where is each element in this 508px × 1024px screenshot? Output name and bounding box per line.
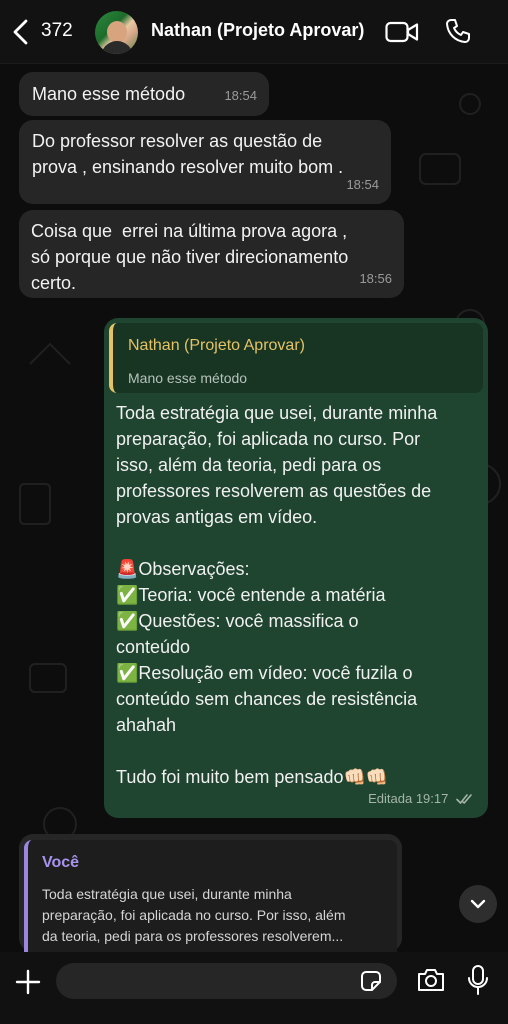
- chevron-left-icon: [13, 19, 28, 45]
- quote-author: Você: [42, 854, 80, 871]
- composer-bar: [0, 952, 508, 1024]
- message-text: Mano esse método: [32, 84, 186, 104]
- microphone-icon[interactable]: [467, 964, 489, 996]
- quoted-message[interactable]: Nathan (Projeto Aprovar) Mano esse métod…: [109, 323, 483, 393]
- quoted-message[interactable]: Você Toda estratégia que usei, durante m…: [24, 840, 397, 952]
- scroll-to-bottom-button[interactable]: [459, 885, 497, 923]
- plus-icon[interactable]: [14, 968, 42, 996]
- message-time: 19:17: [415, 791, 449, 806]
- reply-preview-message[interactable]: Você Toda estratégia que usei, durante m…: [19, 834, 402, 952]
- message-time: 18:54: [224, 88, 257, 103]
- incoming-message[interactable]: Do professor resolver as questão de prov…: [19, 120, 391, 204]
- back-button[interactable]: [12, 18, 36, 46]
- outgoing-message[interactable]: Nathan (Projeto Aprovar) Mano esse métod…: [104, 318, 488, 818]
- chat-header: 372 Nathan (Projeto Aprovar): [0, 0, 508, 64]
- message-time: 18:56: [359, 271, 392, 286]
- quote-author: Nathan (Projeto Aprovar): [128, 337, 305, 354]
- phone-icon[interactable]: [445, 18, 471, 44]
- message-list[interactable]: Mano esse método 18:54 Do professor reso…: [0, 64, 508, 952]
- unread-count[interactable]: 372: [41, 20, 73, 42]
- message-meta: Editada 19:17: [368, 786, 474, 812]
- edited-label: Editada: [368, 791, 413, 806]
- double-check-icon: [456, 794, 472, 804]
- quote-text: Toda estratégia que usei, durante minha …: [42, 886, 346, 944]
- message-input[interactable]: [56, 963, 397, 999]
- message-text: Coisa que errei na última prova agora , …: [31, 221, 349, 293]
- chevron-down-icon: [470, 899, 486, 909]
- message-text: Toda estratégia que usei, durante minha …: [116, 403, 438, 787]
- incoming-message[interactable]: Mano esse método 18:54: [19, 72, 269, 116]
- avatar[interactable]: [95, 11, 138, 54]
- quote-text: Mano esse método: [128, 370, 248, 386]
- message-text: Do professor resolver as questão de prov…: [32, 131, 344, 177]
- contact-name[interactable]: Nathan (Projeto Aprovar): [151, 20, 364, 41]
- video-camera-icon[interactable]: [385, 20, 419, 44]
- message-time: 18:54: [346, 177, 379, 192]
- camera-icon[interactable]: [416, 967, 446, 993]
- incoming-message[interactable]: Coisa que errei na última prova agora , …: [19, 210, 404, 298]
- sticker-icon[interactable]: [360, 970, 382, 992]
